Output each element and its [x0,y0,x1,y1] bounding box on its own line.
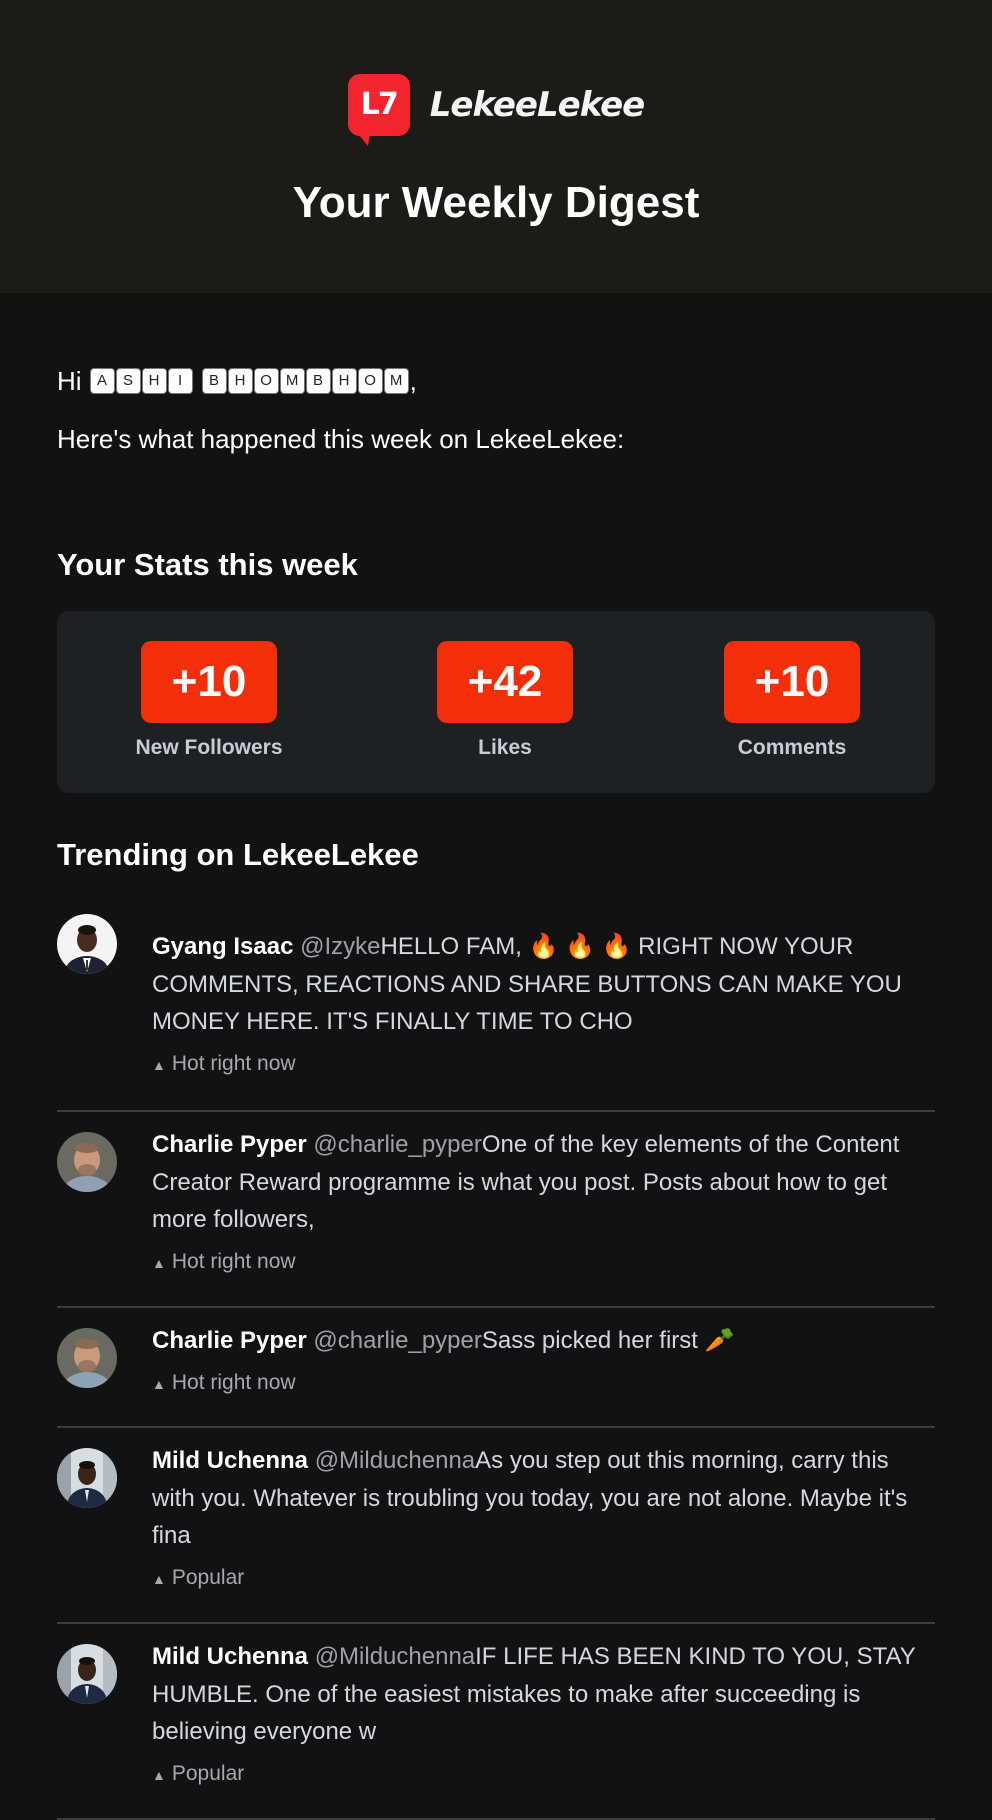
post-badge: ▲ Hot right now [152,1051,935,1078]
post-badge: ▲ Popular [152,1761,935,1788]
name-letter: H [331,368,357,394]
badge-label: Hot right now [171,1051,296,1075]
name-letter: A [89,368,115,394]
post-badge: ▲ Hot right now [152,1249,935,1276]
post-body: Gyang Isaac @IzykeHELLO FAM, 🔥 🔥 🔥 RIGHT… [152,914,935,1078]
post-body: Mild Uchenna @MilduchennaAs you step out… [152,1428,935,1592]
email-body: Hi A S H I B H O M B H O M , Here's what… [0,365,992,1820]
post-handle[interactable]: @Izyke [300,933,380,960]
page-title: Your Weekly Digest [292,178,700,227]
stats-card: +10 New Followers +42 Likes +10 Comments [57,611,935,793]
avatar[interactable] [57,914,117,974]
trending-heading: Trending on LekeeLekee [57,837,419,872]
greeting-comma: , [409,366,417,396]
post-badge: ▲ Hot right now [152,1370,935,1397]
name-letter: H [141,368,167,394]
greeting-line: Hi A S H I B H O M B H O M , [57,365,935,397]
post-handle[interactable]: @Milduchenna [315,1447,475,1474]
post-author[interactable]: Charlie Pyper [152,1131,307,1158]
name-letter: M [383,368,409,394]
logo-mark-icon: L7 [347,74,410,146]
stat-label: Comments [737,736,847,759]
name-letter: I [167,368,193,394]
trending-up-icon: ▲ [152,1056,166,1073]
badge-label: Hot right now [171,1249,296,1273]
post-body: Charlie Pyper @charlie_pyperOne of the k… [152,1112,935,1276]
trending-feed: Gyang Isaac @IzykeHELLO FAM, 🔥 🔥 🔥 RIGHT… [57,914,935,1820]
greeting-hi: Hi [57,366,82,396]
list-item[interactable]: Gyang Isaac @IzykeHELLO FAM, 🔥 🔥 🔥 RIGHT… [57,914,935,1112]
badge-label: Popular [171,1761,245,1785]
recipient-name: A S H I B H O M B H O M [89,368,410,394]
avatar-charlie-pyper-icon [57,1132,117,1192]
logo-glyph: L7 [360,87,399,122]
trending-up-icon: ▲ [152,1570,166,1587]
stat-value: +10 [724,641,860,723]
avatar[interactable] [57,1448,117,1508]
digest-header: L7 LekeeLekee Your Weekly Digest [0,0,992,293]
stat-value: +10 [141,641,277,723]
stat-label: New Followers [135,736,283,759]
post-body: Mild Uchenna @MilduchennaIF LIFE HAS BEE… [152,1624,935,1788]
name-letter: H [227,368,253,394]
avatar[interactable] [57,1644,117,1704]
list-item[interactable]: Charlie Pyper @charlie_pyperOne of the k… [57,1112,935,1308]
stats-heading: Your Stats this week [57,547,358,582]
name-letter: O [253,368,279,394]
trending-up-icon: ▲ [152,1375,166,1392]
list-item[interactable]: Mild Uchenna @MilduchennaIF LIFE HAS BEE… [57,1624,935,1820]
post-author[interactable]: Mild Uchenna [152,1447,308,1474]
avatar[interactable] [57,1328,117,1388]
post-handle[interactable]: @charlie_pyper [313,1131,481,1158]
name-letter: B [201,368,227,394]
post-handle[interactable]: @charlie_pyper [313,1327,481,1354]
post-author[interactable]: Charlie Pyper [152,1327,307,1354]
intro-text: Here's what happened this week on LekeeL… [57,424,625,454]
name-letter: S [115,368,141,394]
brand-wordmark: LekeeLekee [429,85,645,125]
avatar[interactable] [57,1132,117,1192]
trending-up-icon: ▲ [152,1766,166,1783]
stat-label: Likes [478,736,532,759]
avatar-mild-uchenna-icon [57,1448,117,1508]
post-body: Charlie Pyper @charlie_pyperSass picked … [152,1308,935,1397]
post-author[interactable]: Gyang Isaac [152,933,293,960]
post-author[interactable]: Mild Uchenna [152,1643,308,1670]
badge-label: Hot right now [171,1370,296,1394]
stat-new-followers: +10 New Followers [119,641,299,760]
post-badge: ▲ Popular [152,1565,935,1592]
trending-up-icon: ▲ [152,1254,166,1271]
name-letter: B [305,368,331,394]
badge-label: Popular [171,1565,245,1589]
brand-logo[interactable]: L7 LekeeLekee [347,74,645,146]
name-letter: M [279,368,305,394]
stat-likes: +42 Likes [415,641,595,760]
stat-value: +42 [437,641,573,723]
stat-comments: +10 Comments [702,641,882,760]
avatar-charlie-pyper-icon [57,1328,117,1388]
avatar-gyang-isaac-icon [57,914,117,974]
post-text: Sass picked her first 🥕 [481,1327,735,1354]
post-handle[interactable]: @Milduchenna [315,1643,475,1670]
name-letter: O [357,368,383,394]
list-item[interactable]: Mild Uchenna @MilduchennaAs you step out… [57,1428,935,1624]
list-item[interactable]: Charlie Pyper @charlie_pyperSass picked … [57,1308,935,1428]
avatar-mild-uchenna-icon [57,1644,117,1704]
